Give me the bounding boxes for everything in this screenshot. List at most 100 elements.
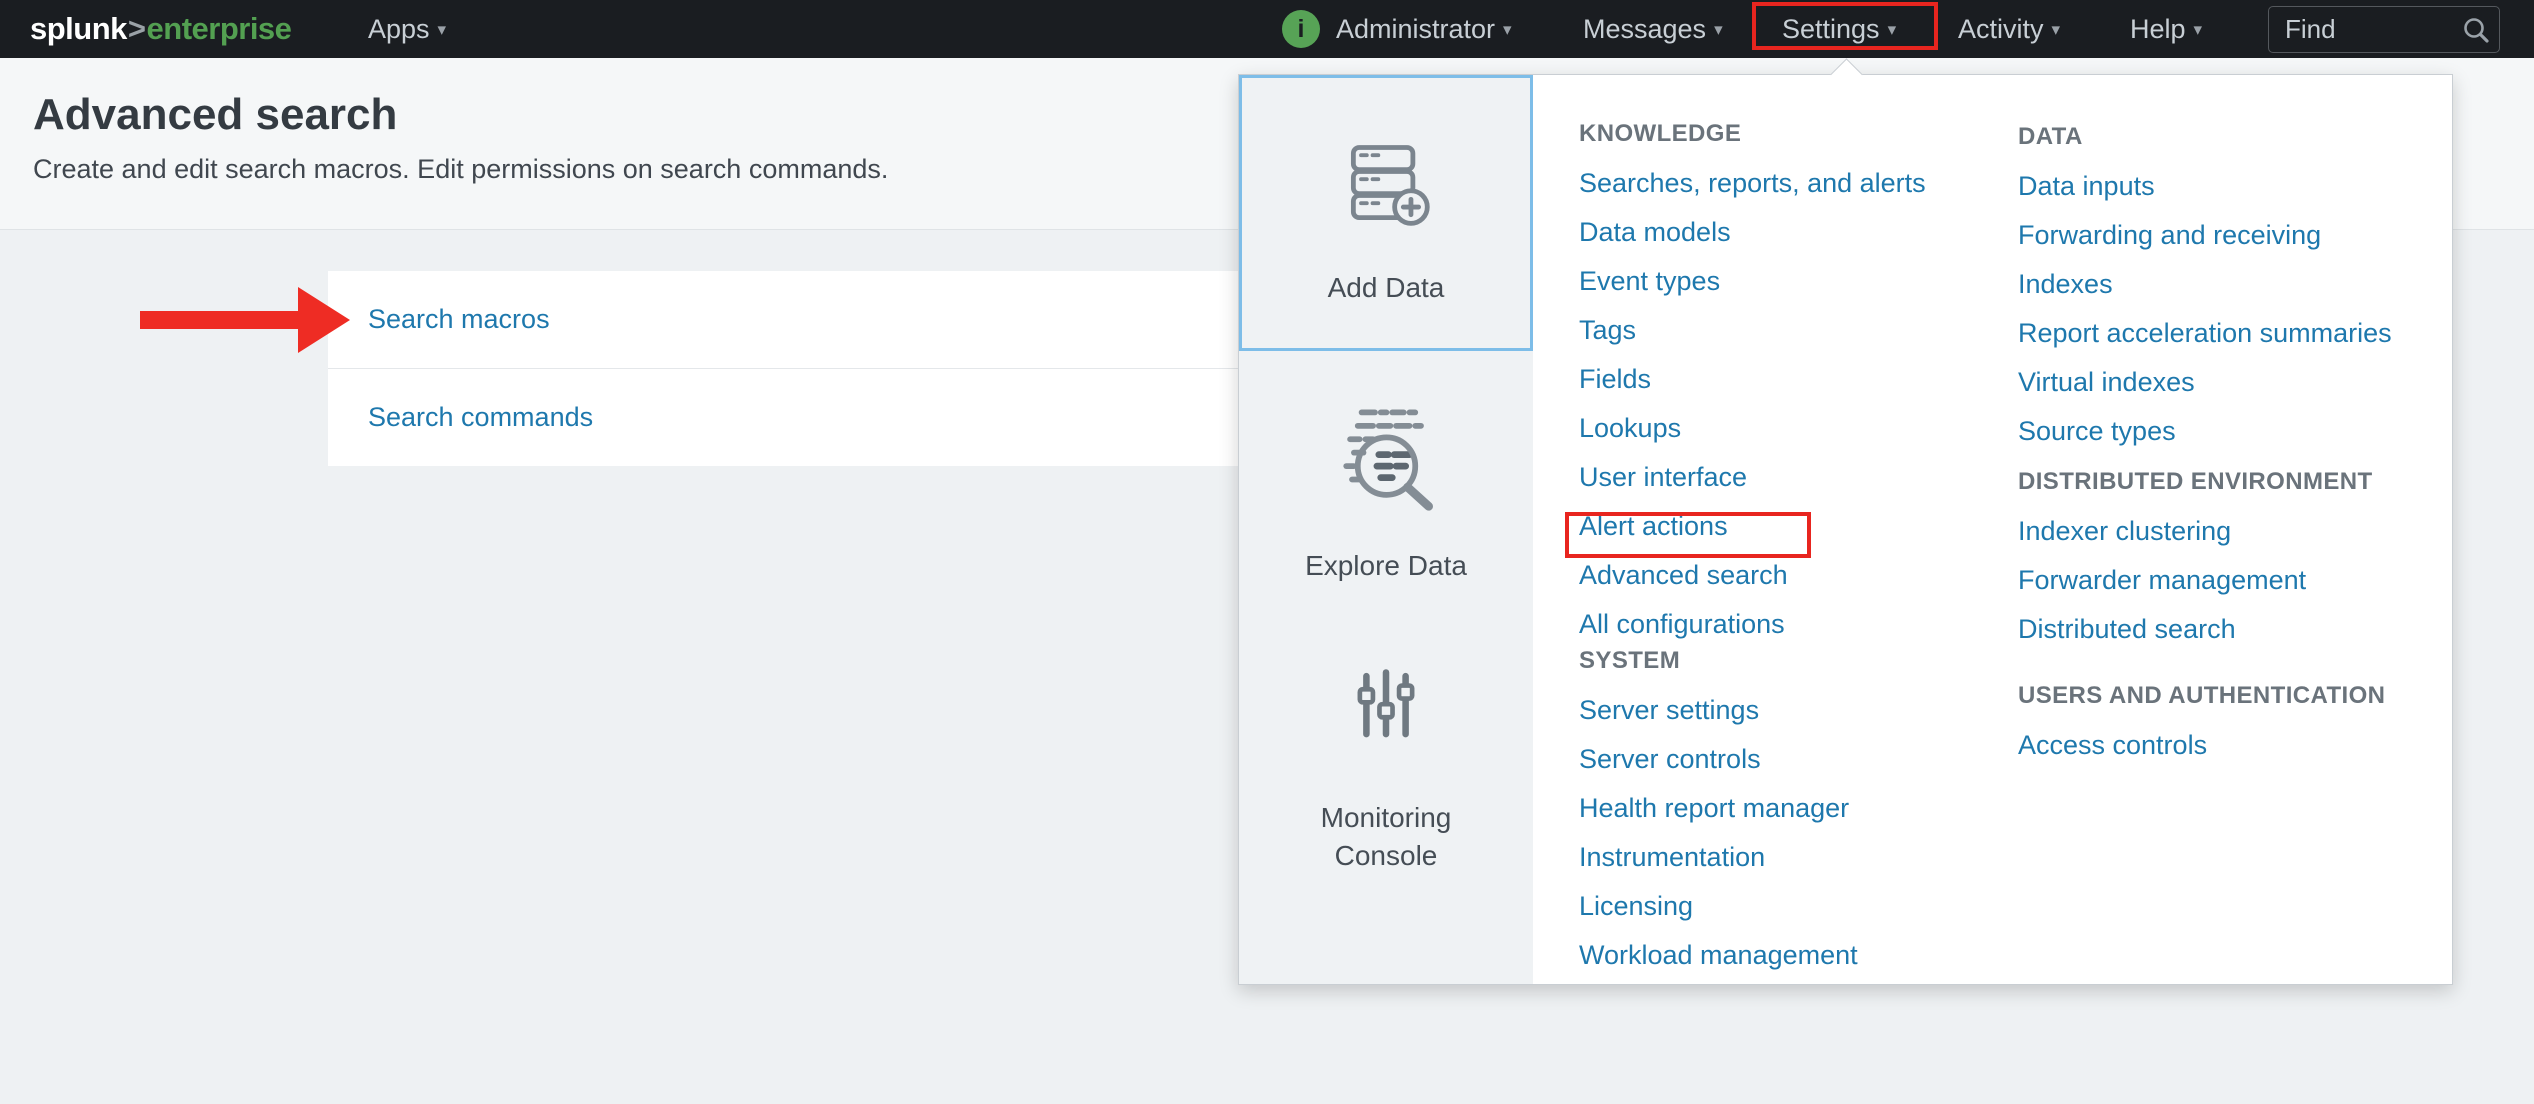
logo-product-text: enterprise [147, 11, 292, 46]
menu-link-forwarding-and-receiving[interactable]: Forwarding and receiving [2018, 220, 2321, 250]
menu-item: Fields [1579, 357, 1926, 406]
chevron-down-icon: ▾ [2194, 1, 2203, 59]
red-arrow-annotation [140, 285, 350, 360]
menu-item: Tags [1579, 308, 1926, 357]
chevron-down-icon: ▾ [1714, 1, 1723, 59]
menu-link-indexes[interactable]: Indexes [2018, 269, 2113, 299]
explore-data-tile[interactable]: Explore Data [1239, 351, 1533, 621]
section-title: USERS AND AUTHENTICATION [2018, 681, 2385, 711]
top-nav-bar: splunk>enterprise Apps ▾ i Administrator ▾… [0, 0, 2534, 58]
menu-link-all-configurations[interactable]: All configurations [1579, 609, 1785, 639]
menu-link-user-interface[interactable]: User interface [1579, 462, 1747, 492]
menu-section-data: DATA Data inputs Forwarding and receivin… [2018, 122, 2392, 458]
menu-link-server-controls[interactable]: Server controls [1579, 744, 1761, 774]
menu-link-report-acceleration-summaries[interactable]: Report acceleration summaries [2018, 318, 2392, 348]
chevron-down-icon: ▾ [1503, 1, 1512, 59]
menu-link-data-inputs[interactable]: Data inputs [2018, 171, 2155, 201]
menu-section-system: SYSTEM Server settings Server controls H… [1579, 646, 1858, 982]
menu-link-fields[interactable]: Fields [1579, 364, 1651, 394]
menu-item: Distributed search [2018, 607, 2373, 656]
settings-dropdown-menu: Add Data [1238, 74, 2453, 985]
nav-activity-label: Activity [1958, 14, 2044, 44]
monitoring-console-label: Monitoring Console [1281, 799, 1491, 875]
section-title: DATA [2018, 122, 2392, 152]
menu-item: Forwarder management [2018, 558, 2373, 607]
menu-link-health-report-manager[interactable]: Health report manager [1579, 793, 1849, 823]
splunk-logo[interactable]: splunk>enterprise [30, 0, 291, 58]
menu-item: Access controls [2018, 723, 2385, 772]
menu-link-tags[interactable]: Tags [1579, 315, 1636, 345]
menu-section-users-authentication: USERS AND AUTHENTICATION Access controls [2018, 681, 2385, 772]
menu-item: Event types [1579, 259, 1926, 308]
monitoring-console-tile[interactable]: Monitoring Console [1239, 621, 1533, 911]
nav-administrator-label: Administrator [1336, 14, 1495, 44]
menu-link-licensing[interactable]: Licensing [1579, 891, 1693, 921]
info-badge-icon[interactable]: i [1282, 10, 1320, 48]
nav-messages-label: Messages [1583, 14, 1706, 44]
splunk-app: splunk>enterprise Apps ▾ i Administrator ▾… [0, 0, 2534, 1104]
menu-link-distributed-search[interactable]: Distributed search [2018, 614, 2236, 644]
dropdown-tile-column: Add Data [1239, 75, 1533, 984]
menu-section-knowledge: KNOWLEDGE Searches, reports, and alerts … [1579, 119, 1926, 651]
menu-item: User interface [1579, 455, 1926, 504]
menu-link-access-controls[interactable]: Access controls [2018, 730, 2207, 760]
nav-messages-menu[interactable]: Messages ▾ [1583, 0, 1723, 58]
menu-item: Source types [2018, 409, 2392, 458]
menu-link-indexer-clustering[interactable]: Indexer clustering [2018, 516, 2231, 546]
menu-item: Alert actions [1579, 504, 1926, 553]
nav-help-label: Help [2130, 14, 2186, 44]
chevron-down-icon: ▾ [1888, 1, 1897, 59]
menu-item: All configurations [1579, 602, 1926, 651]
menu-item: Lookups [1579, 406, 1926, 455]
menu-item: Report acceleration summaries [2018, 311, 2392, 360]
menu-item: Data inputs [2018, 164, 2392, 213]
section-title: SYSTEM [1579, 646, 1858, 676]
search-commands-link[interactable]: Search commands [368, 402, 593, 432]
menu-link-forwarder-management[interactable]: Forwarder management [2018, 565, 2306, 595]
menu-link-event-types[interactable]: Event types [1579, 266, 1720, 296]
nav-help-menu[interactable]: Help ▾ [2130, 0, 2202, 58]
menu-link-searches-reports-alerts[interactable]: Searches, reports, and alerts [1579, 168, 1926, 198]
menu-item: Server settings [1579, 688, 1858, 737]
logo-gt-glyph: > [127, 11, 147, 46]
menu-item: Workload management [1579, 933, 1858, 982]
menu-link-source-types[interactable]: Source types [2018, 416, 2176, 446]
nav-settings-menu[interactable]: Settings ▾ [1782, 0, 1896, 58]
menu-item: Virtual indexes [2018, 360, 2392, 409]
page-title: Advanced search [33, 90, 397, 140]
nav-activity-menu[interactable]: Activity ▾ [1958, 0, 2060, 58]
search-macros-link[interactable]: Search macros [368, 304, 550, 334]
section-title: DISTRIBUTED ENVIRONMENT [2018, 467, 2373, 497]
menu-item: Advanced search [1579, 553, 1926, 602]
chevron-down-icon: ▾ [2052, 1, 2061, 59]
explore-data-icon [1329, 399, 1444, 514]
add-data-icon [1338, 136, 1434, 232]
menu-link-advanced-search[interactable]: Advanced search [1579, 560, 1788, 590]
add-data-label: Add Data [1328, 272, 1445, 304]
menu-item: Instrumentation [1579, 835, 1858, 884]
nav-apps-label: Apps [368, 14, 430, 44]
menu-link-instrumentation[interactable]: Instrumentation [1579, 842, 1765, 872]
menu-link-workload-management[interactable]: Workload management [1579, 940, 1858, 970]
nav-settings-label: Settings [1782, 14, 1880, 44]
logo-brand-text: splunk [30, 11, 127, 46]
menu-item: Searches, reports, and alerts [1579, 161, 1926, 210]
nav-administrator-menu[interactable]: Administrator ▾ [1336, 0, 1512, 58]
find-search-box [2268, 6, 2500, 53]
add-data-tile[interactable]: Add Data [1239, 75, 1533, 351]
menu-section-distributed-environment: DISTRIBUTED ENVIRONMENT Indexer clusteri… [2018, 467, 2373, 656]
menu-link-virtual-indexes[interactable]: Virtual indexes [2018, 367, 2195, 397]
menu-link-data-models[interactable]: Data models [1579, 217, 1731, 247]
menu-item: Health report manager [1579, 786, 1858, 835]
menu-link-server-settings[interactable]: Server settings [1579, 695, 1759, 725]
nav-apps-menu[interactable]: Apps ▾ [368, 0, 446, 58]
menu-item: Licensing [1579, 884, 1858, 933]
page-subtitle: Create and edit search macros. Edit perm… [33, 154, 888, 185]
find-search-input[interactable] [2269, 7, 2499, 52]
chevron-down-icon: ▾ [438, 1, 447, 59]
menu-item: Forwarding and receiving [2018, 213, 2392, 262]
menu-link-alert-actions[interactable]: Alert actions [1579, 511, 1728, 541]
menu-item: Indexer clustering [2018, 509, 2373, 558]
menu-item: Data models [1579, 210, 1926, 259]
menu-link-lookups[interactable]: Lookups [1579, 413, 1681, 443]
